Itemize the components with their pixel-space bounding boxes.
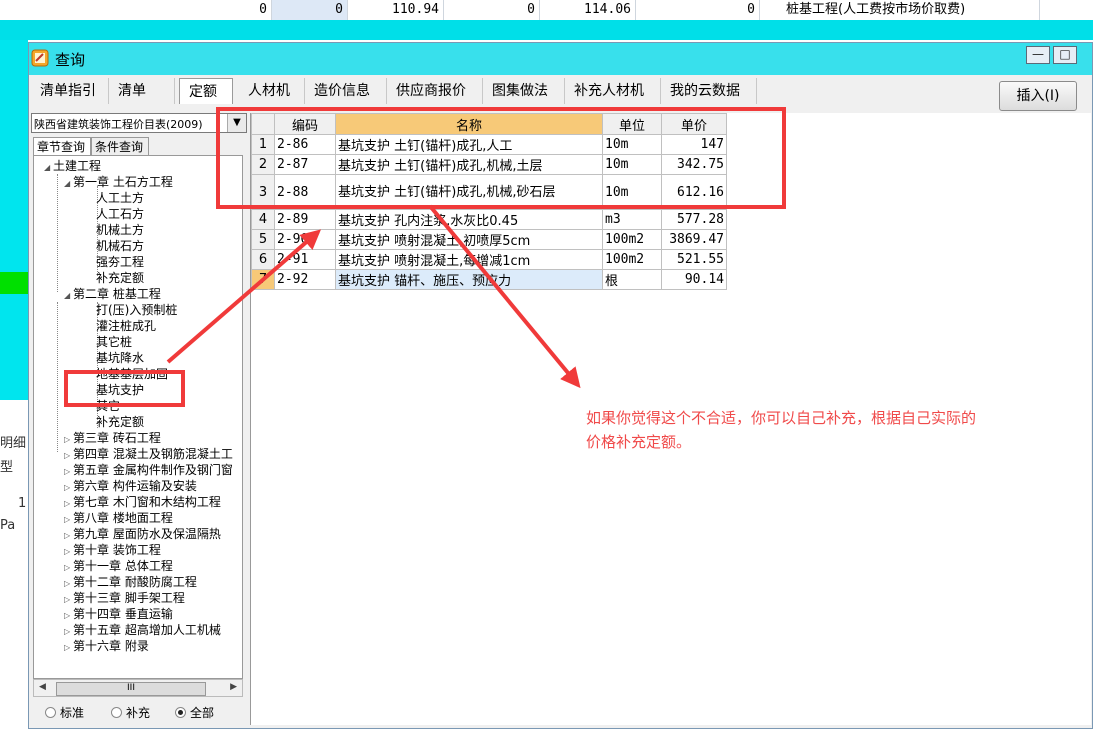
annotation-line-2: 价格补充定额。: [586, 433, 692, 451]
annotation-note: 如果你觉得这个不合适，你可以自己补充，根据自己实际的 价格补充定额。: [586, 406, 1086, 454]
arrow-table-to-note: [428, 204, 581, 389]
annotation-arrows: [166, 204, 581, 389]
annotation-line-1: 如果你觉得这个不合适，你可以自己补充，根据自己实际的: [586, 409, 977, 427]
arrow-tree-to-table: [166, 229, 322, 364]
